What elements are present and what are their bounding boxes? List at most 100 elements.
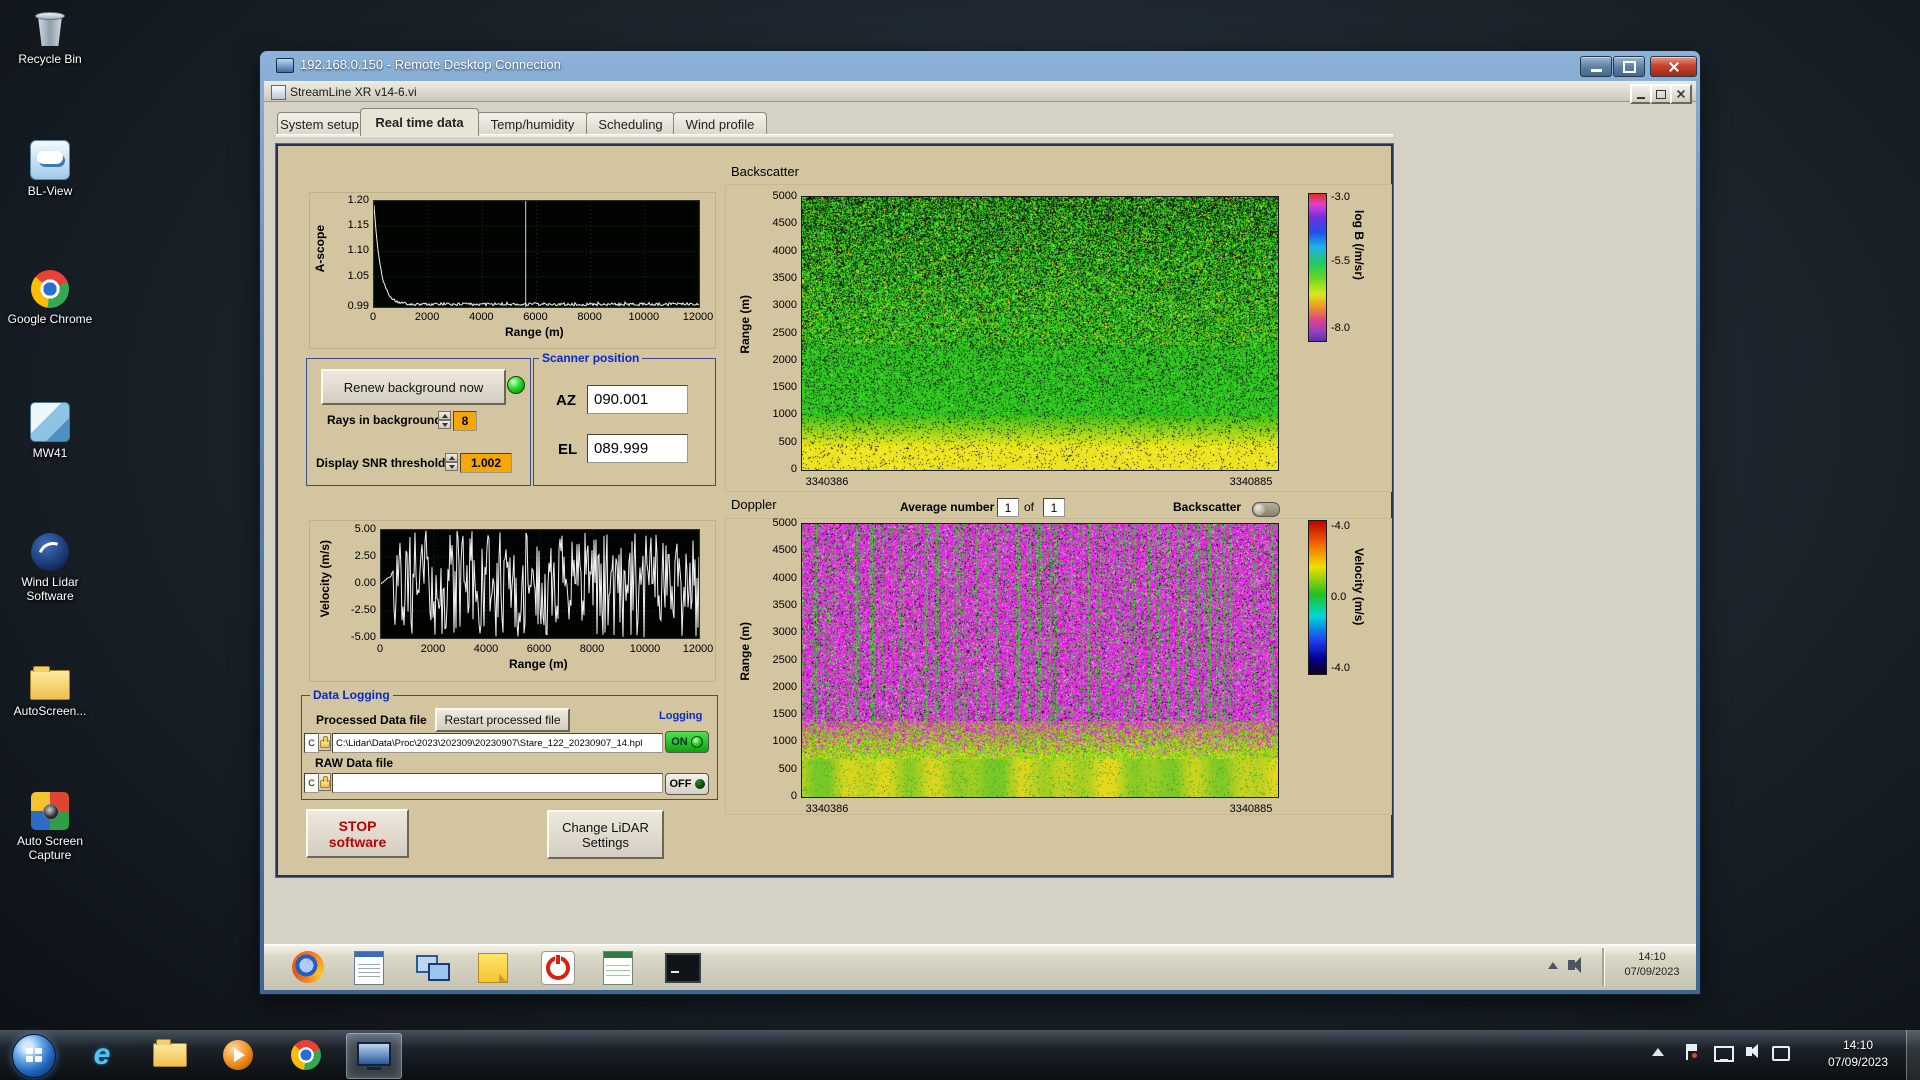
backscatter-y-tick: 1000	[772, 408, 797, 421]
tab-wind-profile[interactable]: Wind profile	[673, 112, 767, 136]
backscatter-heatmap	[801, 196, 1279, 471]
media-player-icon	[223, 1040, 253, 1070]
doppler-colorbar-label: Velocity (m/s)	[1352, 548, 1366, 626]
raw-browse-button[interactable]	[318, 773, 331, 791]
rdp-close-button[interactable]	[1650, 56, 1697, 77]
a-scope-y-tick: 1.10	[347, 244, 369, 257]
remote-network-icon[interactable]	[416, 953, 450, 981]
average-number-field[interactable]: 1	[997, 498, 1019, 517]
backscatter-chart-title: Backscatter	[731, 164, 799, 179]
average-number-label: Average number	[900, 500, 995, 514]
tab-label: Real time data	[375, 115, 464, 130]
rdp-maximize-button[interactable]	[1613, 56, 1645, 77]
remote-power-button-icon[interactable]	[541, 951, 575, 985]
el-value: 089.999	[594, 440, 649, 457]
rdp-window-icon	[276, 58, 294, 73]
host-clock[interactable]: 14:10 07/09/2023	[1816, 1037, 1900, 1071]
off-label: OFF	[669, 778, 692, 790]
desktop-icon-mw41[interactable]: MW41	[0, 402, 100, 460]
taskbar-rdp-button-active[interactable]	[346, 1033, 402, 1079]
backscatter-colorbar-tick: -3.0	[1331, 191, 1350, 204]
tray-action-center-icon[interactable]	[1686, 1044, 1698, 1060]
desktop-icon-google-chrome[interactable]: Google Chrome	[0, 270, 100, 326]
processed-logging-toggle[interactable]: ON	[665, 731, 709, 753]
doppler-colorbar	[1308, 520, 1327, 675]
desktop-icon-wind-lidar[interactable]: Wind Lidar Software	[0, 533, 100, 603]
desktop-icon-recycle-bin[interactable]: Recycle Bin	[0, 10, 100, 66]
remote-clock-time: 14:10	[1638, 951, 1666, 963]
desktop-icon-auto-screen-capture[interactable]: Auto Screen Capture	[0, 792, 100, 862]
raw-path-field[interactable]	[332, 773, 663, 793]
app-window-icon	[271, 85, 286, 100]
change-label-line1: Change LiDAR	[562, 819, 649, 835]
minimize-icon	[1637, 96, 1645, 99]
app-restore-button[interactable]	[1650, 84, 1672, 104]
display-snr-threshold-field[interactable]: 1.002	[460, 453, 512, 473]
chrome-icon	[291, 1040, 321, 1070]
tab-label: Wind profile	[685, 117, 755, 132]
on-led-icon	[690, 736, 703, 748]
remote-clock[interactable]: 14:10 07/09/2023	[1612, 950, 1692, 980]
processed-browse-button[interactable]	[318, 733, 331, 751]
start-button[interactable]	[12, 1034, 56, 1078]
tray-volume-icon[interactable]	[1746, 1044, 1758, 1058]
backscatter-y-tick: 3500	[772, 271, 797, 284]
a-scope-y-tick: 1.15	[347, 219, 369, 232]
remote-notes-icon[interactable]	[478, 953, 508, 983]
tab-real-time-data[interactable]: Real time data	[360, 108, 479, 136]
scanner-position-group	[533, 358, 716, 486]
remote-notepad-icon[interactable]	[354, 951, 384, 985]
tab-label: Temp/humidity	[490, 117, 575, 132]
app-close-button[interactable]	[1670, 84, 1692, 104]
remote-console-icon[interactable]	[665, 953, 701, 983]
taskbar-media-player-button[interactable]	[216, 1035, 260, 1075]
doppler-y-tick: 1500	[772, 708, 797, 721]
renew-background-button[interactable]: Renew background now	[321, 369, 506, 405]
az-field[interactable]: 090.001	[587, 385, 688, 414]
az-value: 090.001	[594, 391, 649, 408]
processed-drive-box[interactable]: C	[304, 733, 319, 753]
average-count-field[interactable]: 1	[1043, 498, 1065, 517]
tab-system-setup[interactable]: System setup	[277, 112, 362, 136]
a-scope-y-axis-label: A-scope	[313, 225, 327, 273]
remote-spreadsheet-icon[interactable]	[603, 951, 633, 985]
spinner-up-icon[interactable]	[445, 453, 458, 462]
spinner-down-icon[interactable]	[438, 420, 451, 429]
el-field[interactable]: 089.999	[587, 434, 688, 463]
velocity-y-tick: 2.50	[354, 550, 376, 562]
raw-logging-toggle[interactable]: OFF	[665, 773, 709, 795]
raw-drive-box[interactable]: C	[304, 773, 319, 793]
backscatter-y-tick: 2000	[772, 353, 797, 366]
app-minimize-button[interactable]	[1630, 84, 1652, 104]
rays-spinner[interactable]	[438, 411, 451, 429]
display-snr-threshold-label: Display SNR threshold	[316, 456, 446, 470]
tab-temp-humidity[interactable]: Temp/humidity	[477, 112, 588, 136]
tray-show-hidden-icon[interactable]	[1652, 1048, 1664, 1056]
remote-volume-icon[interactable]	[1568, 957, 1581, 973]
show-desktop-button[interactable]	[1906, 1030, 1920, 1080]
stop-software-button[interactable]: STOP software	[306, 809, 409, 858]
change-lidar-settings-button[interactable]: Change LiDAR Settings	[547, 810, 664, 859]
tray-network-icon[interactable]	[1714, 1046, 1734, 1062]
taskbar-ie-button[interactable]: e	[80, 1035, 124, 1075]
rdp-minimize-button[interactable]	[1580, 56, 1612, 77]
snr-spinner[interactable]	[445, 453, 458, 471]
taskbar-explorer-button[interactable]	[148, 1035, 192, 1075]
backscatter-colorbar-tick: -8.0	[1331, 322, 1350, 335]
spinner-down-icon[interactable]	[445, 462, 458, 471]
backscatter-doppler-toggle[interactable]	[1252, 502, 1280, 517]
taskbar-chrome-button[interactable]	[284, 1035, 328, 1075]
restart-processed-file-button[interactable]: Restart processed file	[435, 708, 570, 732]
a-scope-x-tick: 12000	[682, 311, 714, 323]
remote-tray-expand-icon[interactable]	[1548, 962, 1558, 969]
desktop-icon-label: BL-View	[27, 184, 73, 198]
remote-browser-icon[interactable]	[292, 951, 324, 983]
velocity-y-axis-label: Velocity (m/s)	[318, 540, 332, 618]
rays-in-background-field[interactable]: 8	[453, 411, 477, 431]
desktop-icon-autoscreen[interactable]: AutoScreen...	[0, 662, 100, 718]
spinner-up-icon[interactable]	[438, 411, 451, 420]
tray-language-icon[interactable]	[1772, 1046, 1790, 1061]
tab-scheduling[interactable]: Scheduling	[586, 112, 675, 136]
desktop-icon-bl-view[interactable]: BL-View	[0, 140, 100, 198]
processed-path-field[interactable]: C:\Lidar\Data\Proc\2023\202309\20230907\…	[332, 733, 663, 753]
